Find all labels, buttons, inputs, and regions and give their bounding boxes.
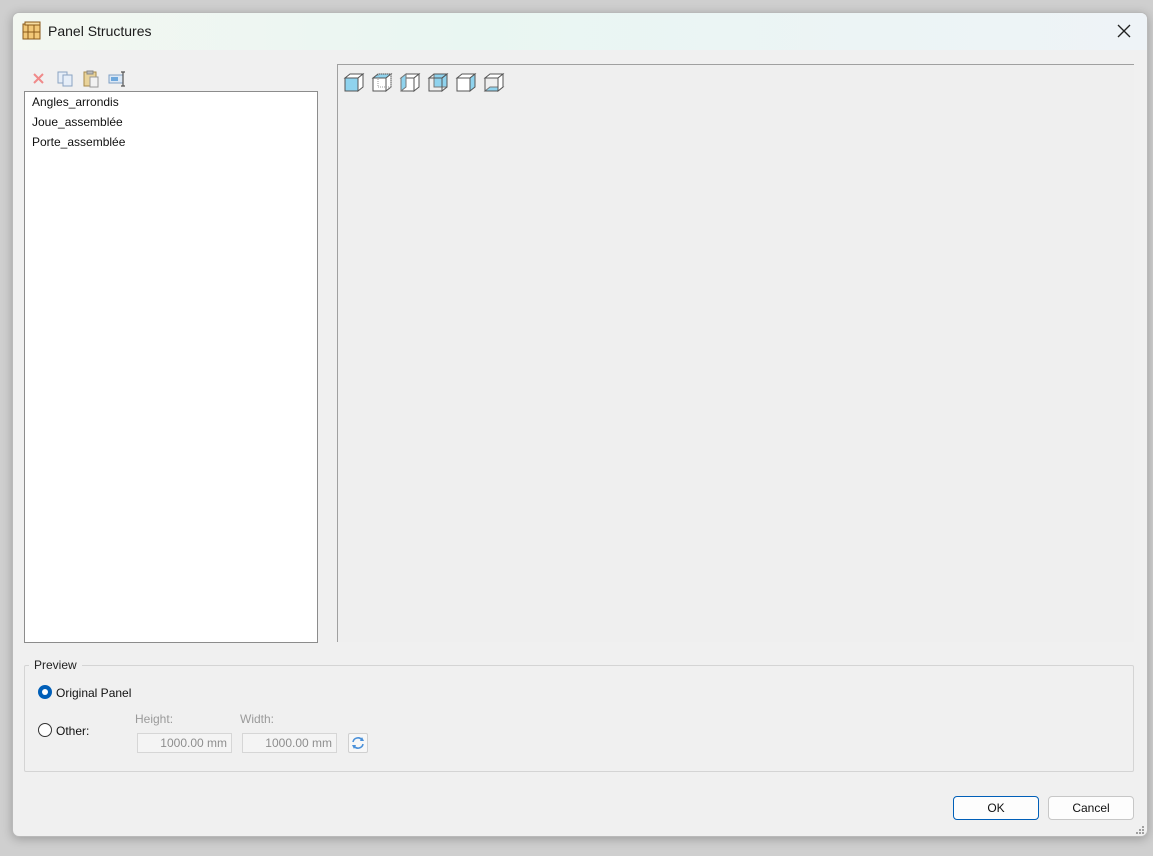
width-field[interactable]: 1000.00 mm [242,733,337,753]
height-label: Height: [135,712,174,726]
panel-structures-app-icon [22,21,42,41]
view-front-icon [343,72,365,93]
copy-icon [57,71,73,87]
list-toolbar [29,69,229,89]
view-back-button[interactable] [427,71,449,93]
view-top-button[interactable] [371,71,393,93]
window-title: Panel Structures [48,23,152,39]
width-label: Width: [240,712,275,726]
view-right-icon [455,72,477,93]
view-back-icon [427,72,449,93]
preview-canvas[interactable] [337,64,1134,642]
view-left-button[interactable] [399,71,421,93]
close-button[interactable] [1101,13,1147,50]
view-front-button[interactable] [343,71,365,93]
paste-button[interactable] [81,69,101,89]
list-item[interactable]: Angles_arrondis [25,92,317,112]
view-bottom-icon [483,72,505,93]
ok-button[interactable]: OK [953,796,1039,820]
view-bottom-button[interactable] [483,71,505,93]
cancel-button[interactable]: Cancel [1048,796,1134,820]
view-right-button[interactable] [455,71,477,93]
close-icon [1117,24,1131,38]
height-field[interactable]: 1000.00 mm [137,733,232,753]
rename-icon [108,71,125,87]
delete-button[interactable] [29,69,49,89]
structure-list[interactable]: Angles_arrondis Joue_assemblée Porte_ass… [24,91,318,643]
original-panel-label[interactable]: Original Panel [56,686,131,700]
paste-icon [83,70,99,88]
panel-structures-dialog: Panel Structures Angles_arrondis Joue_as… [12,12,1148,837]
swap-arrows-icon [352,737,364,749]
title-bar: Panel Structures [13,13,1147,50]
view-top-icon [371,72,393,93]
delete-icon [33,73,44,84]
preview-groupbox [24,665,1134,772]
list-item[interactable]: Porte_assemblée [25,132,317,152]
list-item[interactable]: Joue_assemblée [25,112,317,132]
copy-button[interactable] [55,69,75,89]
view-left-icon [399,72,421,93]
resize-grip-icon[interactable] [1135,824,1145,834]
swap-dimensions-button[interactable] [348,733,368,753]
rename-button[interactable] [107,69,127,89]
original-panel-radio[interactable] [38,685,52,699]
preview-group-label: Preview [29,658,82,672]
other-label[interactable]: Other: [56,724,89,738]
other-radio[interactable] [38,723,52,737]
